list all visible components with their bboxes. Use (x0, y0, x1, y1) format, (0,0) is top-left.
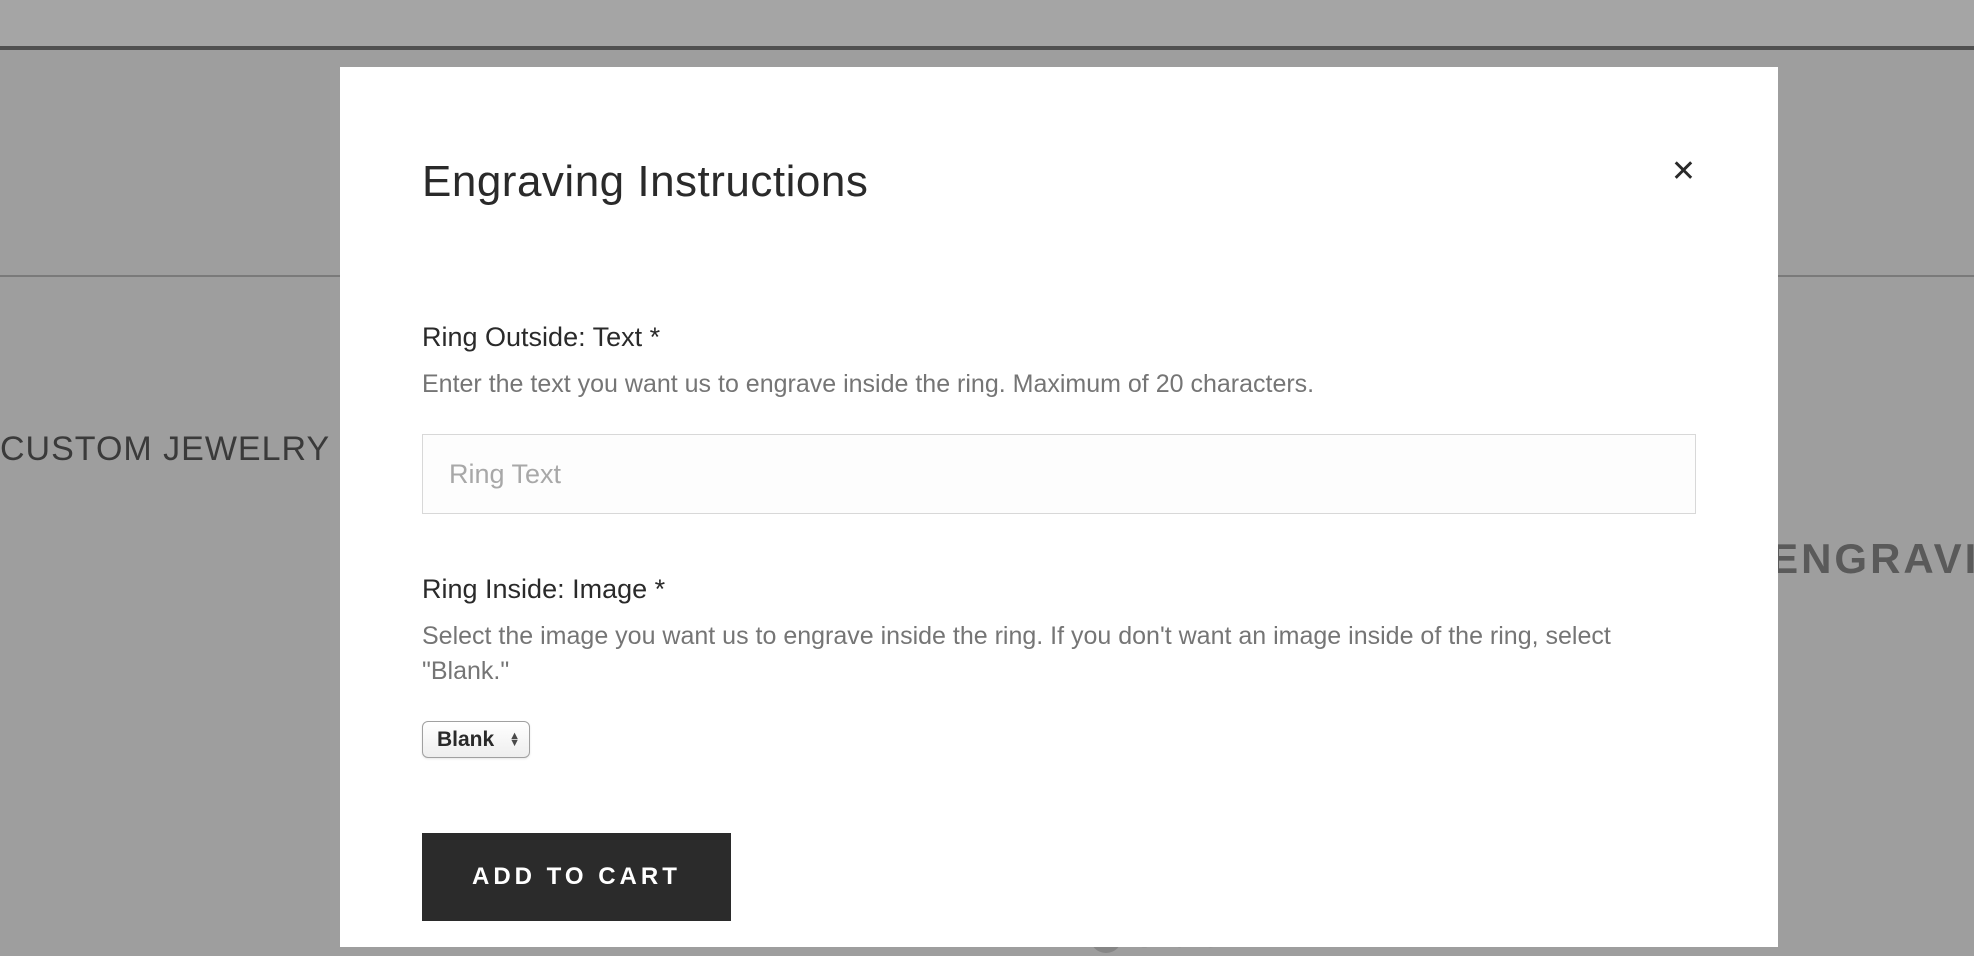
ring-outside-group: Ring Outside: Text * Enter the text you … (422, 322, 1696, 514)
modal-header: Engraving Instructions ✕ (422, 157, 1696, 207)
close-icon: ✕ (1671, 155, 1696, 188)
ring-inside-group: Ring Inside: Image * Select the image yo… (422, 574, 1696, 758)
ring-inside-label: Ring Inside: Image * (422, 574, 1696, 605)
modal-title: Engraving Instructions (422, 157, 868, 207)
ring-inside-help: Select the image you want us to engrave … (422, 619, 1696, 689)
ring-inside-select[interactable]: Blank (422, 721, 530, 758)
close-button[interactable]: ✕ (1671, 157, 1696, 187)
add-to-cart-button[interactable]: ADD TO CART (422, 833, 731, 921)
ring-outside-input[interactable] (422, 434, 1696, 514)
ring-outside-help: Enter the text you want us to engrave in… (422, 367, 1696, 402)
ring-inside-select-wrapper: Blank ▲▼ (422, 721, 530, 758)
ring-outside-label: Ring Outside: Text * (422, 322, 1696, 353)
engraving-modal: Engraving Instructions ✕ Ring Outside: T… (340, 67, 1778, 947)
top-bar (0, 0, 1974, 50)
breadcrumb: CUSTOM JEWELRY (0, 430, 330, 469)
